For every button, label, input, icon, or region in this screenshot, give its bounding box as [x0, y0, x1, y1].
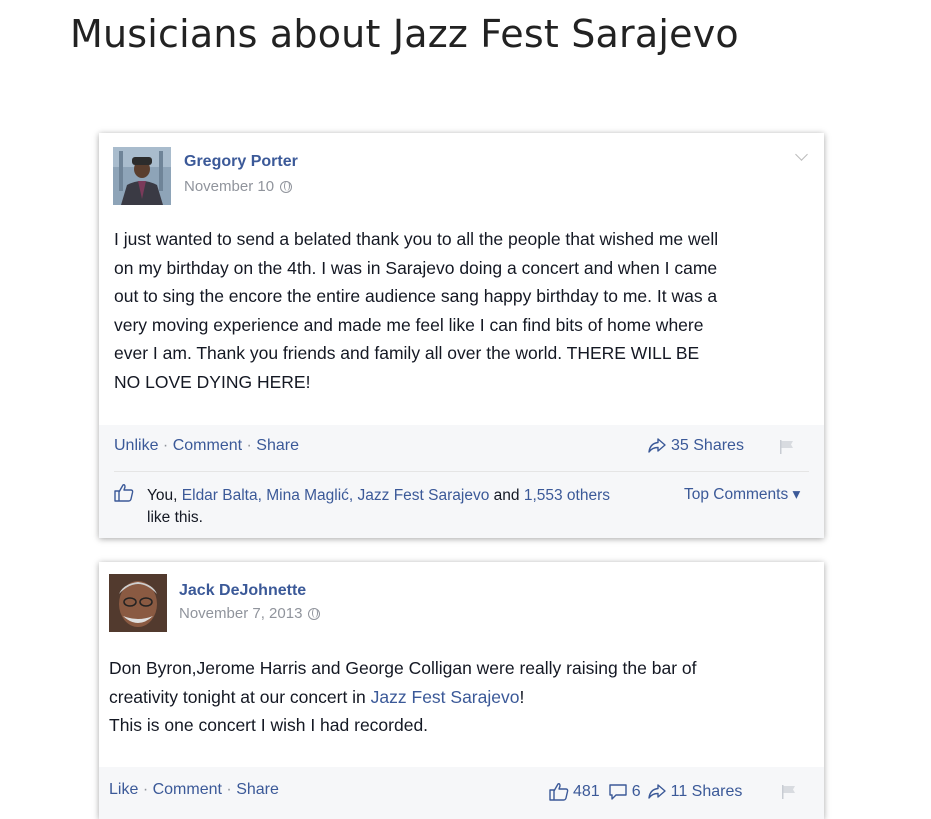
author-name[interactable]: Gregory Porter — [184, 153, 298, 171]
unlike-link[interactable]: Unlike — [114, 437, 158, 454]
like-thumb-icon — [114, 483, 134, 502]
separator: · — [142, 781, 149, 798]
likes-and: and — [493, 487, 520, 504]
divider — [114, 471, 809, 472]
like-link[interactable]: Like — [109, 781, 138, 798]
post-date-text: November 7, 2013 — [179, 605, 303, 622]
share-count-text: 35 Shares — [671, 437, 744, 454]
share-count[interactable]: 35 Shares — [647, 437, 744, 455]
chevron-down-icon[interactable] — [795, 148, 808, 161]
like-count[interactable]: 481 — [573, 783, 600, 801]
post-line: Don Byron,Jerome Harris and George Colli… — [109, 658, 697, 678]
likes-names[interactable]: Eldar Balta, Mina Maglić, Jazz Fest Sara… — [182, 487, 490, 504]
separator: · — [246, 437, 252, 454]
flag-icon[interactable] — [781, 784, 797, 800]
post-date-text: November 10 — [184, 178, 275, 195]
globe-icon — [308, 608, 321, 621]
post-gregory-porter: Gregory Porter November 10 I just wanted… — [99, 133, 824, 538]
post-date[interactable]: November 10 — [184, 178, 293, 195]
share-link[interactable]: Share — [236, 781, 279, 798]
post-line: I just wanted to send a belated thank yo… — [114, 229, 719, 249]
share-link[interactable]: Share — [256, 437, 299, 454]
separator: · — [226, 781, 232, 798]
post-text: ! — [519, 686, 525, 707]
post-text: creativity tonight at our concert in — [109, 686, 371, 707]
comment-link[interactable]: Comment — [153, 781, 222, 798]
likes-suffix: like this. — [147, 509, 203, 526]
post-line: out to sing the encore the entire audien… — [114, 286, 718, 306]
post-body: Don Byron,Jerome Harris and George Colli… — [109, 654, 697, 740]
post-line: creativity tonight at our concert in Jaz… — [109, 683, 697, 712]
globe-icon — [280, 181, 293, 194]
comment-link[interactable]: Comment — [173, 437, 242, 454]
post-line: NO LOVE DYING HERE! — [114, 371, 311, 392]
post-actions: Unlike · Comment · Share — [114, 437, 299, 455]
likes-summary: You, Eldar Balta, Mina Maglić, Jazz Fest… — [147, 485, 667, 529]
share-count[interactable]: 11 Shares — [671, 783, 743, 801]
post-date[interactable]: November 7, 2013 — [179, 605, 321, 622]
page-title: Musicians about Jazz Fest Sarajevo — [70, 12, 739, 56]
post-jack-dejohnette: Jack DeJohnette November 7, 2013 Don Byr… — [99, 562, 824, 819]
avatar[interactable] — [109, 574, 167, 632]
comment-icon[interactable] — [608, 783, 628, 801]
likes-others[interactable]: 1,553 others — [524, 487, 610, 504]
post-line: very moving experience and made me feel … — [114, 314, 704, 335]
author-name[interactable]: Jack DeJohnette — [179, 582, 306, 600]
flag-icon[interactable] — [779, 439, 795, 455]
share-icon — [647, 783, 666, 799]
comment-count[interactable]: 6 — [632, 783, 641, 801]
top-comments-dropdown[interactable]: Top Comments ▾ — [684, 485, 800, 504]
separator: · — [162, 437, 169, 454]
like-thumb-icon[interactable] — [549, 782, 569, 801]
likes-you: You, — [147, 487, 178, 504]
share-icon — [648, 438, 666, 453]
post-line: on my birthday on the 4th. I was in Sara… — [114, 257, 718, 278]
post-stats: 481 6 11 Shares — [549, 782, 742, 801]
page-link[interactable]: Jazz Fest Sarajevo — [371, 687, 520, 707]
post-actions: Like · Comment · Share — [109, 781, 279, 799]
post-line: This is one concert I wish I had recorde… — [109, 715, 429, 735]
post-body: I just wanted to send a belated thank yo… — [114, 225, 718, 396]
avatar[interactable] — [113, 147, 171, 205]
post-line: ever I am. Thank you friends and family … — [114, 343, 700, 363]
